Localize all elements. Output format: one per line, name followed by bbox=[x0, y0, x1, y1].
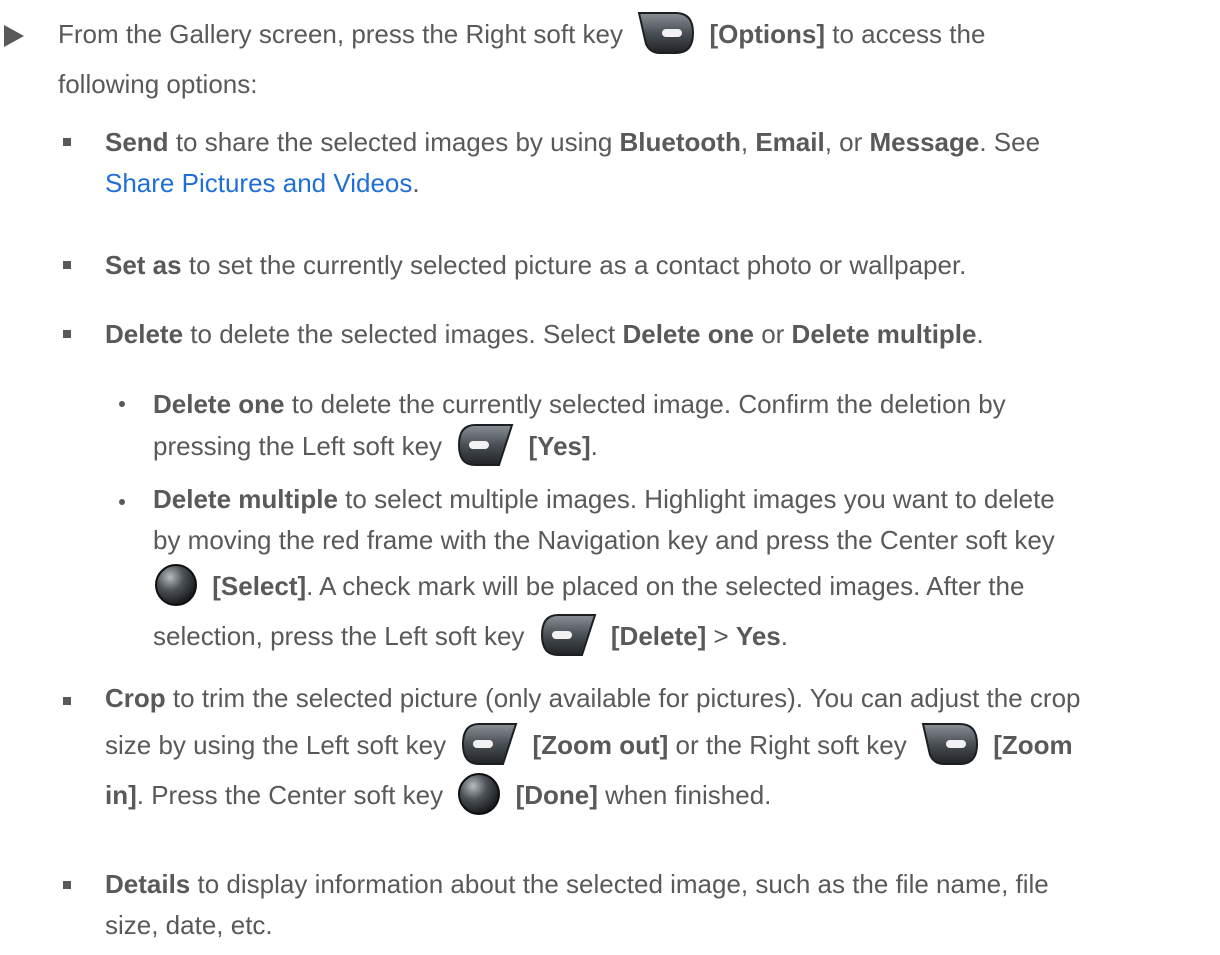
term-set-as: Set as bbox=[105, 250, 182, 280]
right-soft-key-icon bbox=[920, 721, 980, 767]
crop-or-text: or the Right soft key bbox=[675, 730, 907, 760]
crop-text4: when finished. bbox=[605, 780, 772, 810]
term-details: Details bbox=[105, 869, 191, 899]
zoom-in-key-label-end: in] bbox=[105, 780, 137, 810]
delete-text: to delete the selected images. Select bbox=[190, 319, 616, 349]
select-key-label: [Select] bbox=[212, 571, 307, 601]
left-soft-key-icon bbox=[455, 422, 515, 468]
term-email: Email bbox=[755, 127, 825, 157]
or-text: or bbox=[761, 319, 785, 349]
period: . bbox=[412, 168, 420, 198]
delete-one-text2: pressing the Left soft key bbox=[153, 430, 443, 461]
comma: , bbox=[740, 127, 749, 157]
period: . bbox=[976, 319, 984, 349]
term-message: Message bbox=[869, 127, 980, 157]
item-set-as: Set as to set the currently selected pic… bbox=[105, 240, 1220, 290]
options-key-label: [Options] bbox=[709, 19, 825, 49]
term-send: Send bbox=[105, 127, 169, 157]
comma-or: , or bbox=[824, 127, 863, 157]
item-delete: Delete to delete the selected images. Se… bbox=[105, 309, 1220, 359]
item-delete-multiple: Delete multiple to select multiple image… bbox=[153, 479, 1220, 661]
delete-key-label: [Delete] bbox=[610, 621, 707, 651]
term-delete: Delete bbox=[105, 319, 184, 349]
right-soft-key-icon bbox=[636, 10, 696, 56]
term-crop: Crop bbox=[105, 683, 166, 713]
item-details: Details to display information about the… bbox=[105, 864, 1220, 946]
item-send: Send to share the selected images by usi… bbox=[105, 122, 1220, 204]
period: . bbox=[590, 430, 598, 461]
done-key-label: [Done] bbox=[515, 780, 598, 810]
square-bullet-icon bbox=[63, 138, 71, 146]
delete-multiple-text3: . A check mark will be placed on the sel… bbox=[306, 571, 1025, 601]
zoom-out-key-label: [Zoom out] bbox=[532, 730, 669, 760]
share-pictures-link[interactable]: Share Pictures and Videos bbox=[105, 168, 412, 198]
round-bullet-icon bbox=[119, 401, 125, 407]
yes-key-label: [Yes] bbox=[528, 430, 591, 461]
term-delete-one: Delete one bbox=[622, 319, 754, 349]
zoom-in-key-label: [Zoom bbox=[993, 730, 1073, 760]
crop-text3: . Press the Center soft key bbox=[136, 780, 444, 810]
left-soft-key-icon bbox=[459, 721, 519, 767]
period: . bbox=[780, 621, 788, 651]
delete-one-text: to delete the currently selected image. … bbox=[291, 389, 1006, 419]
item-crop: Crop to trim the selected picture (only … bbox=[105, 677, 1220, 820]
send-text: to share the selected images by using bbox=[175, 127, 613, 157]
delete-multiple-text4: selection, press the Left soft key bbox=[153, 621, 525, 651]
term-yes: Yes bbox=[735, 621, 781, 651]
gt-text: > bbox=[713, 621, 729, 651]
term-delete-one: Delete one bbox=[153, 389, 285, 419]
left-soft-key-icon bbox=[538, 612, 598, 658]
term-delete-multiple: Delete multiple bbox=[791, 319, 977, 349]
crop-text: to trim the selected picture (only avail… bbox=[172, 683, 1081, 713]
arrow-bullet-icon bbox=[4, 25, 24, 47]
square-bullet-icon bbox=[63, 697, 71, 705]
intro-text-end: to access the bbox=[832, 19, 986, 49]
center-soft-key-icon bbox=[456, 771, 502, 817]
center-soft-key-icon bbox=[153, 562, 199, 608]
term-bluetooth: Bluetooth bbox=[619, 127, 741, 157]
see-text: . See bbox=[979, 127, 1041, 157]
intro-paragraph: From the Gallery screen, press the Right… bbox=[58, 9, 1220, 109]
crop-text2: size by using the Left soft key bbox=[105, 730, 447, 760]
square-bullet-icon bbox=[63, 330, 71, 338]
details-text2: size, date, etc. bbox=[105, 910, 273, 940]
delete-multiple-text: to select multiple images. Highlight ima… bbox=[345, 484, 1055, 514]
square-bullet-icon bbox=[63, 261, 71, 269]
round-bullet-icon bbox=[119, 499, 125, 505]
intro-line2: following options: bbox=[58, 69, 258, 99]
term-delete-multiple: Delete multiple bbox=[153, 484, 338, 514]
delete-multiple-text2: by moving the red frame with the Navigat… bbox=[153, 525, 1055, 555]
intro-text: From the Gallery screen, press the Right… bbox=[58, 19, 623, 49]
item-delete-one: Delete one to delete the currently selec… bbox=[153, 384, 1220, 466]
details-text: to display information about the selecte… bbox=[197, 869, 1049, 899]
set-as-text: to set the currently selected picture as… bbox=[188, 250, 967, 280]
square-bullet-icon bbox=[63, 881, 71, 889]
